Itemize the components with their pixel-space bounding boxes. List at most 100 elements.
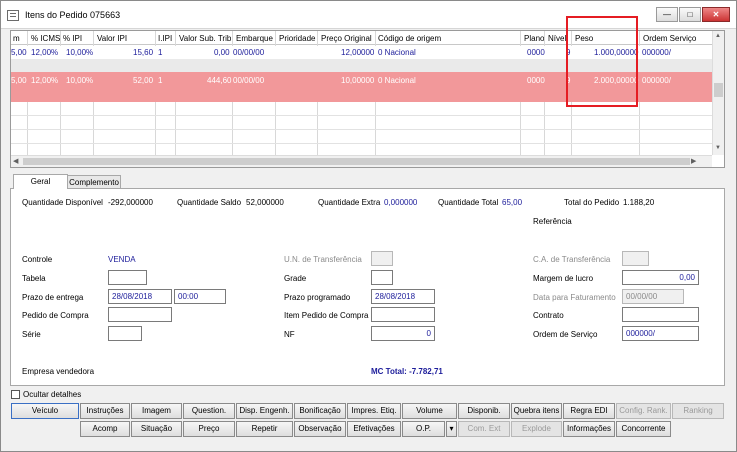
empresa-vendedora-label: Empresa vendedora bbox=[22, 367, 95, 376]
ordem-servico-label: Ordem de Serviço bbox=[533, 330, 598, 339]
highlight-box bbox=[566, 16, 638, 107]
grid-cell: 15,60 bbox=[133, 48, 154, 57]
ordem-servico-field[interactable]: 000000/ bbox=[622, 326, 699, 341]
grid-cell: 5,00 bbox=[11, 76, 27, 85]
col-header[interactable]: Preço Original bbox=[321, 34, 372, 43]
imagem-button[interactable]: Imagem bbox=[131, 403, 182, 419]
scroll-left-icon[interactable]: ◀ bbox=[13, 157, 18, 165]
grade-label: Grade bbox=[284, 274, 307, 283]
preco-button[interactable]: Preço bbox=[183, 421, 235, 437]
nf-field[interactable]: 0 bbox=[371, 326, 435, 341]
disp-engenh-button[interactable]: Disp. Engenh. bbox=[236, 403, 293, 419]
grid-cell: 12,00% bbox=[31, 76, 59, 85]
tab-geral[interactable]: Geral bbox=[13, 174, 68, 189]
scroll-thumb[interactable] bbox=[714, 83, 723, 97]
col-header[interactable]: Código de origem bbox=[378, 34, 441, 43]
op-button[interactable]: O.P. bbox=[402, 421, 445, 437]
pedido-compra-label: Pedido de Compra bbox=[22, 311, 89, 320]
pedido-compra-field[interactable] bbox=[108, 307, 172, 322]
data-faturamento-field: 00/00/00 bbox=[622, 289, 684, 304]
contrato-field[interactable] bbox=[622, 307, 699, 322]
ocultar-detalhes-label: Ocultar detalhes bbox=[23, 390, 82, 399]
qtd-total-value: 65,00 bbox=[502, 198, 523, 207]
prazo-entrega-date-field[interactable]: 28/08/2018 bbox=[108, 289, 172, 304]
impres-etiq-button[interactable]: Impres. Etiq. bbox=[347, 403, 401, 419]
prazo-programado-field[interactable]: 28/08/2018 bbox=[371, 289, 435, 304]
col-header[interactable]: Plano bbox=[524, 34, 544, 43]
grid-cell: 00/00/00 bbox=[233, 76, 265, 85]
qtd-total-label: Quantidade Total bbox=[438, 198, 499, 207]
config-rank-button: Config. Rank. bbox=[616, 403, 671, 419]
col-header[interactable]: Valor Sub. Trib. bbox=[179, 34, 234, 43]
efetivacoes-button[interactable]: Efetivações bbox=[347, 421, 401, 437]
minimize-icon[interactable]: — bbox=[656, 7, 678, 22]
instrucoes-button[interactable]: Instruções bbox=[80, 403, 130, 419]
grid-cell: 000000/ bbox=[642, 48, 671, 57]
grid-cell: 0 Nacional bbox=[378, 48, 416, 57]
scroll-thumb[interactable] bbox=[23, 158, 690, 165]
referencia-label: Referência bbox=[533, 217, 572, 226]
window-icon bbox=[7, 10, 19, 21]
question-button[interactable]: Question. bbox=[183, 403, 235, 419]
regra-edi-button[interactable]: Regra EDI bbox=[563, 403, 615, 419]
disponib-button[interactable]: Disponib. bbox=[458, 403, 510, 419]
prazo-entrega-label: Prazo de entrega bbox=[22, 293, 84, 302]
nf-label: NF bbox=[284, 330, 295, 339]
col-header[interactable]: Embarque bbox=[236, 34, 273, 43]
grade-field[interactable] bbox=[371, 270, 393, 285]
col-header[interactable]: m bbox=[13, 34, 20, 43]
serie-label: Série bbox=[22, 330, 41, 339]
horizontal-scrollbar[interactable]: ◀ ▶ bbox=[11, 155, 712, 167]
informacoes-button[interactable]: Informações bbox=[563, 421, 615, 437]
geral-panel: Quantidade Disponível -292,000000 Quanti… bbox=[10, 188, 725, 386]
concorrente-button[interactable]: Concorrente bbox=[616, 421, 671, 437]
explode-button: Explode bbox=[511, 421, 562, 437]
controle-label: Controle bbox=[22, 255, 53, 264]
grid-cell: 0,00 bbox=[214, 48, 230, 57]
situacao-button[interactable]: Situação bbox=[131, 421, 182, 437]
scroll-up-icon[interactable]: ▲ bbox=[715, 33, 721, 39]
ranking-button: Ranking bbox=[672, 403, 724, 419]
col-header[interactable]: Nível bbox=[548, 34, 566, 43]
col-header[interactable]: Ordem Serviço bbox=[643, 34, 696, 43]
col-header[interactable]: I.IPI bbox=[158, 34, 172, 43]
grid-cell: 000000/ bbox=[642, 76, 671, 85]
dropdown-arrow-icon[interactable]: ▾ bbox=[446, 421, 457, 437]
grid-cell: 444,60 bbox=[207, 76, 232, 85]
tab-complemento[interactable]: Complemento bbox=[67, 175, 121, 189]
item-pedido-compra-label: Item Pedido de Compra bbox=[284, 311, 369, 320]
volume-button[interactable]: Volume bbox=[402, 403, 457, 419]
margem-field[interactable]: 0,00 bbox=[622, 270, 699, 285]
tabela-field[interactable] bbox=[108, 270, 147, 285]
scroll-right-icon[interactable]: ▶ bbox=[691, 157, 696, 165]
observacao-button[interactable]: Observação bbox=[294, 421, 346, 437]
quebra-itens-button[interactable]: Quebra itens bbox=[511, 403, 562, 419]
col-header[interactable]: % ICMS bbox=[31, 34, 60, 43]
vertical-scrollbar[interactable]: ▲ ▼ bbox=[712, 31, 724, 155]
maximize-icon[interactable]: □ bbox=[679, 7, 701, 22]
close-icon[interactable]: ✕ bbox=[702, 7, 730, 22]
item-pedido-compra-field[interactable] bbox=[371, 307, 435, 322]
window-title: Itens do Pedido 075663 bbox=[25, 10, 121, 20]
acomp-button[interactable]: Acomp bbox=[80, 421, 130, 437]
total-pedido-value: 1.188,20 bbox=[623, 198, 655, 207]
qtd-disponivel-label: Quantidade Disponível bbox=[22, 198, 103, 207]
repetir-button[interactable]: Repetir bbox=[236, 421, 293, 437]
prazo-entrega-time-field[interactable]: 00:00 bbox=[174, 289, 226, 304]
ocultar-detalhes-checkbox[interactable] bbox=[11, 390, 20, 399]
bonificacao-button[interactable]: Bonificação bbox=[294, 403, 346, 419]
col-header[interactable]: Valor IPI bbox=[97, 34, 127, 43]
serie-field[interactable] bbox=[108, 326, 142, 341]
mc-total: MC Total: -7.782,71 bbox=[371, 367, 443, 376]
controle-value: VENDA bbox=[108, 255, 136, 264]
grid-cell: 1 bbox=[158, 48, 163, 57]
com-ext-button: Com. Ext bbox=[458, 421, 510, 437]
col-header[interactable]: Prioridade bbox=[279, 34, 315, 43]
contrato-label: Contrato bbox=[533, 311, 564, 320]
col-header[interactable]: % IPI bbox=[63, 34, 82, 43]
grid-cell: 1 bbox=[158, 76, 163, 85]
total-pedido-label: Total do Pedido bbox=[564, 198, 620, 207]
veiculo-button[interactable]: Veículo bbox=[11, 403, 79, 419]
scroll-down-icon[interactable]: ▼ bbox=[715, 145, 721, 151]
tabela-label: Tabela bbox=[22, 274, 46, 283]
